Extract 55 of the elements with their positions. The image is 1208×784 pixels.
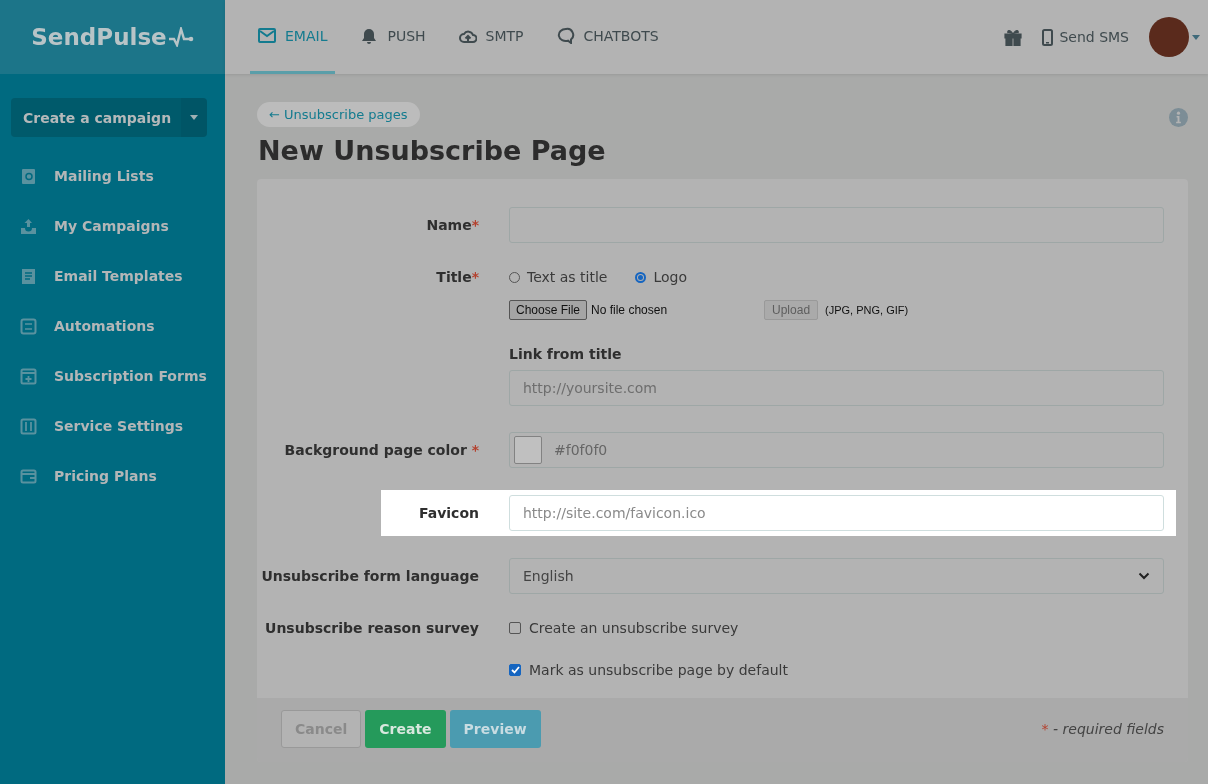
caret-icon <box>190 115 199 120</box>
language-select[interactable]: English <box>509 558 1164 594</box>
create-button[interactable]: Create <box>365 710 446 748</box>
create-campaign-button[interactable]: Create a campaign <box>11 98 182 137</box>
input-field[interactable]: http://yoursite.com <box>509 370 1164 406</box>
radio-option[interactable]: Logo <box>635 269 688 285</box>
preview-button[interactable]: Preview <box>449 710 541 748</box>
input-field[interactable]: http://site.com/favicon.ico <box>509 495 1164 531</box>
checkbox-option[interactable]: Create an unsubscribe survey <box>509 620 1164 636</box>
file-status: No file chosen <box>591 303 669 317</box>
send-sms-link[interactable]: Send SMS <box>1042 28 1129 46</box>
form-icon <box>20 367 37 385</box>
sidebar-item[interactable]: Pricing Plans <box>0 451 225 501</box>
field-label: Background page color * <box>283 442 479 458</box>
nav-tab[interactable]: PUSH <box>352 0 434 74</box>
field-label: Name* <box>425 217 479 233</box>
sliders-icon <box>20 417 37 435</box>
color-swatch[interactable] <box>514 436 542 464</box>
color-field[interactable]: #f0f0f0 <box>509 432 1164 468</box>
sidebar-item[interactable]: Subscription Forms <box>0 351 225 401</box>
avatar[interactable] <box>1149 17 1189 57</box>
upload-button[interactable]: Upload <box>764 300 819 320</box>
bell-icon <box>360 27 379 44</box>
sidebar-item[interactable]: Service Settings <box>0 401 225 451</box>
speech-bubble-icon <box>556 27 575 44</box>
field-label: Title* <box>435 269 479 285</box>
page-title: New Unsubscribe Page <box>258 135 607 166</box>
field-label: Favicon <box>418 505 479 521</box>
checkmark-icon <box>510 666 520 674</box>
radio-option[interactable]: Text as title <box>509 269 608 285</box>
nav-tab[interactable]: SMTP <box>450 0 532 74</box>
gift-icon[interactable] <box>1004 28 1023 46</box>
upload-icon <box>20 217 37 235</box>
chevron-icon <box>1138 572 1150 580</box>
nav-tab[interactable]: EMAIL <box>250 0 336 74</box>
dropdown-button[interactable] <box>181 98 208 137</box>
envelope-icon <box>258 27 276 44</box>
wallet-icon <box>20 467 37 485</box>
back-link[interactable]: ← Unsubscribe pages <box>257 102 420 127</box>
phone-icon <box>1042 28 1054 46</box>
sidebar-item[interactable]: My Campaigns <box>0 201 225 251</box>
format-hint: (JPG, PNG, GIF) <box>825 304 909 316</box>
field-label: Unsubscribe form language <box>260 568 479 584</box>
sidebar-item[interactable]: Mailing Lists <box>0 151 225 201</box>
sidebar-item[interactable]: Automations <box>0 301 225 351</box>
required-note: * - required fields <box>1041 721 1164 737</box>
nav-tab[interactable]: CHATBOTS <box>548 0 667 74</box>
checkbox-option[interactable]: Mark as unsubscribe page by default <box>509 662 1164 678</box>
document-icon <box>20 267 37 285</box>
field-label: Unsubscribe reason survey <box>264 620 479 636</box>
info-icon[interactable] <box>1169 108 1188 127</box>
field-label: Link from title <box>509 346 623 362</box>
caret-icon[interactable] <box>1192 34 1200 40</box>
sidebar-item[interactable]: Email Templates <box>0 251 225 301</box>
choose-file-button[interactable]: Choose File <box>509 300 588 320</box>
